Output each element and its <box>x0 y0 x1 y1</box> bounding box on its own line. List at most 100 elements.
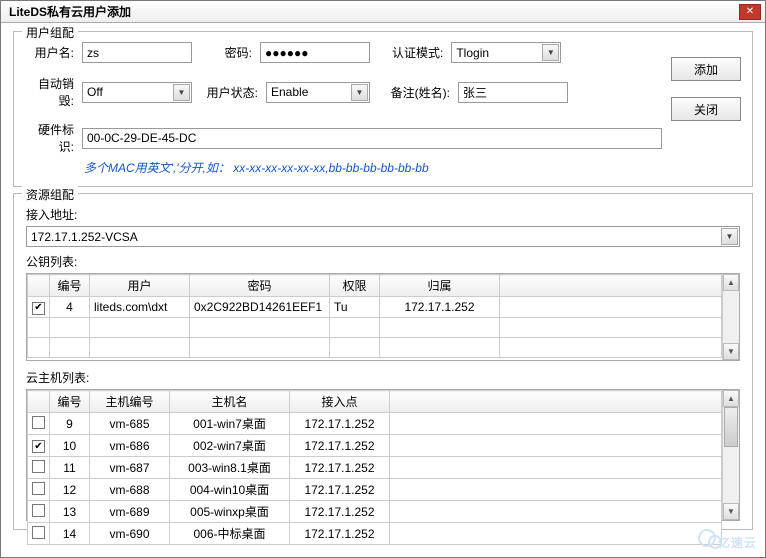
checkbox[interactable] <box>32 504 45 517</box>
cell-hostname: 001-win7桌面 <box>170 413 290 435</box>
cell-hostname: 002-win7桌面 <box>170 435 290 457</box>
pubkey-table: 编号 用户 密码 权限 归属 4 liteds.com\dxt 0x2C922B… <box>27 274 722 358</box>
status-select[interactable]: Enable ▼ <box>266 82 370 103</box>
col-access: 接入点 <box>290 391 390 413</box>
cell-pwd: 0x2C922BD14261EEF1 <box>190 297 330 318</box>
cell-no: 10 <box>50 435 90 457</box>
status-value: Enable <box>271 85 308 99</box>
col-no: 编号 <box>50 391 90 413</box>
table-row <box>28 337 722 357</box>
cell-no: 11 <box>50 457 90 479</box>
remark-input[interactable] <box>458 82 568 103</box>
resource-group-fieldset: 资源组配 接入地址: 172.17.1.252-VCSA ▼ 公钥列表: 编号 … <box>13 193 753 530</box>
cell-access: 172.17.1.252 <box>290 479 390 501</box>
cell-hostname: 005-winxp桌面 <box>170 501 290 523</box>
col-hostno: 主机编号 <box>90 391 170 413</box>
cell-hostno: vm-689 <box>90 501 170 523</box>
col-auth: 权限 <box>330 275 380 297</box>
scroll-thumb[interactable] <box>724 407 738 447</box>
table-row[interactable]: 10vm-686002-win7桌面172.17.1.252 <box>28 435 722 457</box>
table-row[interactable]: 12vm-688004-win10桌面172.17.1.252 <box>28 479 722 501</box>
cell-hostname: 006-中标桌面 <box>170 523 290 545</box>
status-label: 用户状态: <box>206 84 262 101</box>
cell-no: 9 <box>50 413 90 435</box>
cell-user: liteds.com\dxt <box>90 297 190 318</box>
cell-access: 172.17.1.252 <box>290 413 390 435</box>
cell-access: 172.17.1.252 <box>290 457 390 479</box>
pubkey-label: 公钥列表: <box>26 253 740 270</box>
chevron-down-icon[interactable]: ▼ <box>351 84 368 101</box>
access-value: 172.17.1.252-VCSA <box>31 230 138 244</box>
host-table-wrap: 编号 主机编号 主机名 接入点 9vm-685001-win7桌面172.17.… <box>26 389 740 521</box>
cell-no: 12 <box>50 479 90 501</box>
remark-label: 备注(姓名): <box>388 84 454 101</box>
scroll-up-icon[interactable]: ▲ <box>723 390 739 407</box>
checkbox[interactable] <box>32 526 45 539</box>
hint-prefix: 多个MAC用英文','分开,如： <box>84 161 230 175</box>
hwid-label: 硬件标识: <box>26 121 78 155</box>
cell-hostno: vm-687 <box>90 457 170 479</box>
titlebar: LiteDS私有云用户添加 ✕ <box>1 1 765 23</box>
access-select[interactable]: 172.17.1.252-VCSA ▼ <box>26 226 740 247</box>
auth-select[interactable]: Tlogin ▼ <box>451 42 561 63</box>
password-label: 密码: <box>218 44 256 61</box>
window-title: LiteDS私有云用户添加 <box>9 3 739 20</box>
host-header-row: 编号 主机编号 主机名 接入点 <box>28 391 722 413</box>
password-input[interactable] <box>260 42 370 63</box>
chevron-down-icon[interactable]: ▼ <box>721 228 738 245</box>
checkbox[interactable] <box>32 440 45 453</box>
chevron-down-icon[interactable]: ▼ <box>542 44 559 61</box>
username-label: 用户名: <box>26 44 78 61</box>
chevron-down-icon[interactable]: ▼ <box>173 84 190 101</box>
cell-auth: Tu <box>330 297 380 318</box>
host-table: 编号 主机编号 主机名 接入点 9vm-685001-win7桌面172.17.… <box>27 390 722 545</box>
col-pwd: 密码 <box>190 275 330 297</box>
scroll-down-icon[interactable]: ▼ <box>723 343 739 360</box>
cell-no: 13 <box>50 501 90 523</box>
hwid-input[interactable] <box>82 128 662 149</box>
hwid-hint: 多个MAC用英文','分开,如： xx-xx-xx-xx-xx-xx,bb-bb… <box>84 159 662 176</box>
checkbox[interactable] <box>32 416 45 429</box>
scroll-up-icon[interactable]: ▲ <box>723 274 739 291</box>
pubkey-table-wrap: 编号 用户 密码 权限 归属 4 liteds.com\dxt 0x2C922B… <box>26 273 740 361</box>
user-group-fieldset: 用户组配 用户名: 密码: 认证模式: Tlogin ▼ 自动销毁: Off ▼… <box>13 31 753 187</box>
table-row[interactable]: 11vm-687003-win8.1桌面172.17.1.252 <box>28 457 722 479</box>
cell-access: 172.17.1.252 <box>290 501 390 523</box>
resource-group-legend: 资源组配 <box>22 186 78 203</box>
scroll-down-icon[interactable]: ▼ <box>723 503 739 520</box>
table-row[interactable]: 14vm-690006-中标桌面172.17.1.252 <box>28 523 722 545</box>
auth-value: Tlogin <box>456 46 489 60</box>
cell-hostno: vm-686 <box>90 435 170 457</box>
access-label: 接入地址: <box>26 206 740 223</box>
scrollbar[interactable]: ▲ ▼ <box>722 390 739 520</box>
col-user: 用户 <box>90 275 190 297</box>
autodestroy-label: 自动销毁: <box>26 75 78 109</box>
cell-hostno: vm-685 <box>90 413 170 435</box>
username-input[interactable] <box>82 42 192 63</box>
cell-access: 172.17.1.252 <box>290 435 390 457</box>
autodestroy-value: Off <box>87 85 103 99</box>
col-hostname: 主机名 <box>170 391 290 413</box>
table-row[interactable]: 9vm-685001-win7桌面172.17.1.252 <box>28 413 722 435</box>
scrollbar[interactable]: ▲ ▼ <box>722 274 739 360</box>
cell-no: 14 <box>50 523 90 545</box>
table-row[interactable]: 4 liteds.com\dxt 0x2C922BD14261EEF1 Tu 1… <box>28 297 722 318</box>
hint-example: xx-xx-xx-xx-xx-xx,bb-bb-bb-bb-bb-bb <box>233 161 428 175</box>
col-belong: 归属 <box>380 275 500 297</box>
cell-hostname: 003-win8.1桌面 <box>170 457 290 479</box>
close-icon[interactable]: ✕ <box>739 4 761 20</box>
autodestroy-select[interactable]: Off ▼ <box>82 82 192 103</box>
cell-hostno: vm-688 <box>90 479 170 501</box>
user-group-legend: 用户组配 <box>22 24 78 41</box>
cell-hostno: vm-690 <box>90 523 170 545</box>
cell-belong: 172.17.1.252 <box>380 297 500 318</box>
table-row[interactable]: 13vm-689005-winxp桌面172.17.1.252 <box>28 501 722 523</box>
col-no: 编号 <box>50 275 90 297</box>
cell-hostname: 004-win10桌面 <box>170 479 290 501</box>
auth-label: 认证模式: <box>392 44 447 61</box>
host-label: 云主机列表: <box>26 369 740 386</box>
pubkey-header-row: 编号 用户 密码 权限 归属 <box>28 275 722 297</box>
checkbox[interactable] <box>32 482 45 495</box>
checkbox[interactable] <box>32 302 45 315</box>
checkbox[interactable] <box>32 460 45 473</box>
